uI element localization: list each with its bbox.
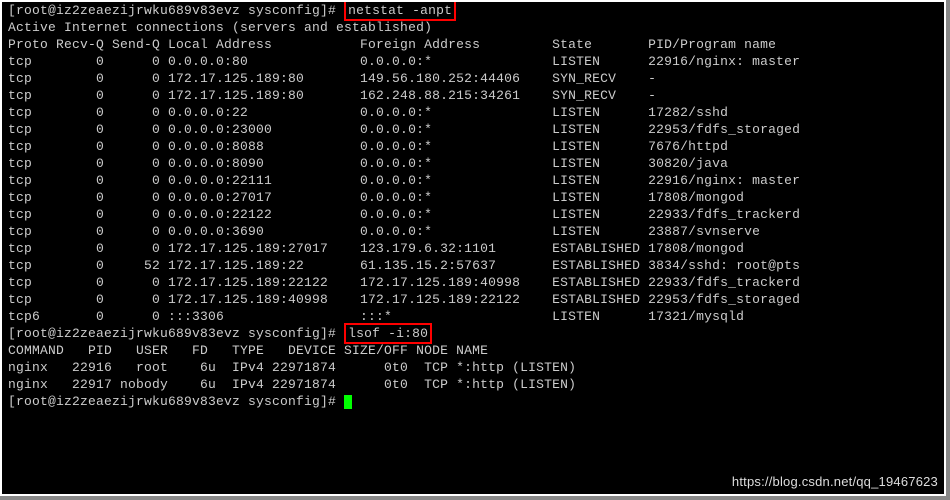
cursor (344, 395, 352, 409)
cmd-lsof-highlight: lsof -i:80 (344, 323, 432, 344)
prompt-line-2: [root@iz2zeaezijrwku689v83evz sysconfig]… (2, 325, 944, 342)
netstat-row: tcp 0 0 0.0.0.0:3690 0.0.0.0:* LISTEN 23… (2, 223, 944, 240)
lsof-row: nginx 22916 root 6u IPv4 22971874 0t0 TC… (2, 359, 944, 376)
prompt: [root@iz2zeaezijrwku689v83evz sysconfig]… (8, 394, 336, 409)
netstat-row: tcp 0 0 0.0.0.0:8090 0.0.0.0:* LISTEN 30… (2, 155, 944, 172)
netstat-row: tcp 0 0 172.17.125.189:27017 123.179.6.3… (2, 240, 944, 257)
netstat-columns: Proto Recv-Q Send-Q Local Address Foreig… (2, 36, 944, 53)
netstat-row: tcp6 0 0 :::3306 :::* LISTEN 17321/mysql… (2, 308, 944, 325)
netstat-row: tcp 0 52 172.17.125.189:22 61.135.15.2:5… (2, 257, 944, 274)
netstat-row: tcp 0 0 0.0.0.0:8088 0.0.0.0:* LISTEN 76… (2, 138, 944, 155)
netstat-row: tcp 0 0 172.17.125.189:80 162.248.88.215… (2, 87, 944, 104)
netstat-row: tcp 0 0 0.0.0.0:27017 0.0.0.0:* LISTEN 1… (2, 189, 944, 206)
cmd-netstat-highlight: netstat -anpt (344, 0, 456, 21)
prompt-line-3: [root@iz2zeaezijrwku689v83evz sysconfig]… (2, 393, 944, 410)
cmd-netstat: netstat -anpt (348, 3, 452, 18)
netstat-row: tcp 0 0 172.17.125.189:22122 172.17.125.… (2, 274, 944, 291)
prompt: [root@iz2zeaezijrwku689v83evz sysconfig]… (8, 3, 336, 18)
cmd-lsof: lsof -i:80 (348, 326, 428, 341)
netstat-row: tcp 0 0 172.17.125.189:40998 172.17.125.… (2, 291, 944, 308)
terminal[interactable]: [root@iz2zeaezijrwku689v83evz sysconfig]… (0, 0, 946, 496)
lsof-columns: COMMAND PID USER FD TYPE DEVICE SIZE/OFF… (2, 342, 944, 359)
netstat-header: Active Internet connections (servers and… (2, 19, 944, 36)
netstat-row: tcp 0 0 0.0.0.0:22122 0.0.0.0:* LISTEN 2… (2, 206, 944, 223)
prompt: [root@iz2zeaezijrwku689v83evz sysconfig]… (8, 326, 336, 341)
watermark: https://blog.csdn.net/qq_19467623 (732, 473, 938, 490)
netstat-row: tcp 0 0 0.0.0.0:22111 0.0.0.0:* LISTEN 2… (2, 172, 944, 189)
netstat-row: tcp 0 0 172.17.125.189:80 149.56.180.252… (2, 70, 944, 87)
netstat-row: tcp 0 0 0.0.0.0:23000 0.0.0.0:* LISTEN 2… (2, 121, 944, 138)
netstat-row: tcp 0 0 0.0.0.0:80 0.0.0.0:* LISTEN 2291… (2, 53, 944, 70)
prompt-line-1: [root@iz2zeaezijrwku689v83evz sysconfig]… (2, 2, 944, 19)
lsof-row: nginx 22917 nobody 6u IPv4 22971874 0t0 … (2, 376, 944, 393)
netstat-row: tcp 0 0 0.0.0.0:22 0.0.0.0:* LISTEN 1728… (2, 104, 944, 121)
